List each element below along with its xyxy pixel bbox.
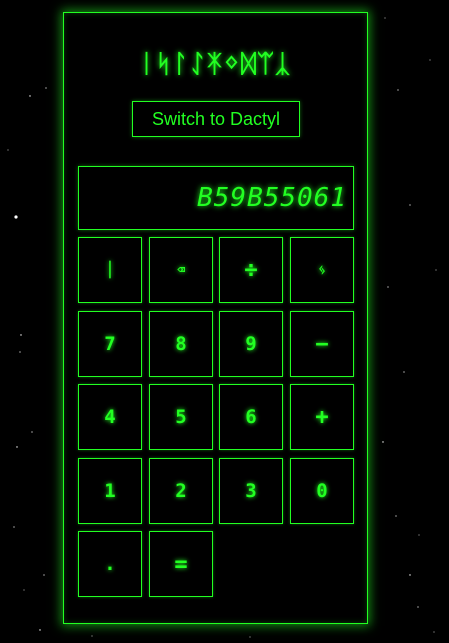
- app-title: ᛁᛋᛚᛇᛡᛜᛞᛠᛣ: [138, 49, 292, 78]
- digit-2-key[interactable]: 2: [149, 458, 213, 524]
- backspace-key[interactable]: ⌫: [149, 237, 213, 303]
- digit-3-key[interactable]: 3: [219, 458, 283, 524]
- digit-6-key[interactable]: 6: [219, 384, 283, 450]
- digit-8-key[interactable]: 8: [149, 311, 213, 377]
- switch-mode-button[interactable]: Switch to Dactyl: [132, 101, 300, 137]
- digit-9-key[interactable]: 9: [219, 311, 283, 377]
- digit-7-key[interactable]: 7: [78, 311, 142, 377]
- equals-key[interactable]: =: [149, 531, 213, 597]
- digit-0-key[interactable]: 0: [290, 458, 354, 524]
- divide-key[interactable]: ÷: [219, 237, 283, 303]
- digit-4-key[interactable]: 4: [78, 384, 142, 450]
- digit-1-key[interactable]: 1: [78, 458, 142, 524]
- calculator-panel: ᛁᛋᛚᛇᛡᛜᛞᛠᛣ Switch to Dactyl B59B55061 ᛁ ⌫…: [63, 12, 368, 624]
- minus-key[interactable]: −: [290, 311, 354, 377]
- multiply-key[interactable]: ᛃ: [290, 237, 354, 303]
- plus-key[interactable]: +: [290, 384, 354, 450]
- calculator-display: B59B55061: [78, 166, 354, 230]
- decimal-point-key[interactable]: .: [78, 531, 142, 597]
- digit-5-key[interactable]: 5: [149, 384, 213, 450]
- mode-key[interactable]: ᛁ: [78, 237, 142, 303]
